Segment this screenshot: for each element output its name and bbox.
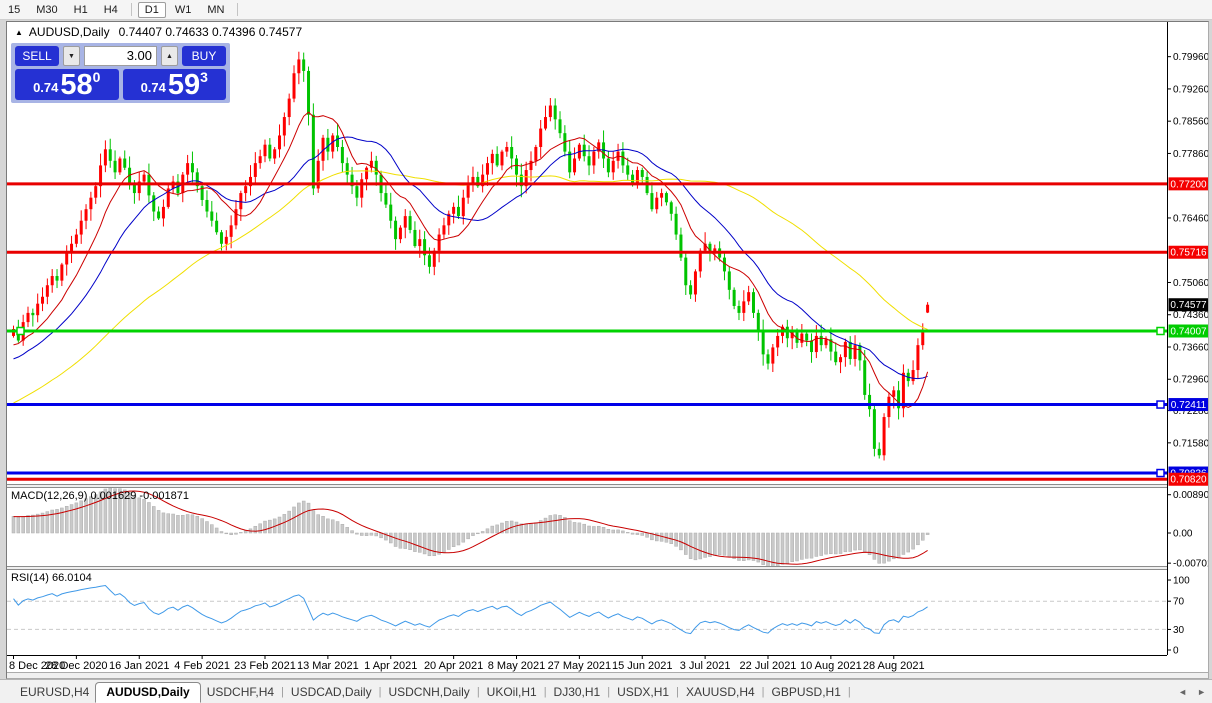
svg-text:0.72960: 0.72960 [1173,375,1208,386]
svg-text:0.75716: 0.75716 [1170,248,1207,259]
timeframe-m30[interactable]: M30 [29,2,64,18]
candles-layer [12,52,929,461]
svg-text:0.79960: 0.79960 [1173,52,1208,63]
mt4-application: 15M30H1H4D1W1MN 0.799600.792600.785600.7… [0,0,1212,703]
svg-text:13 Mar 2021: 13 Mar 2021 [297,660,359,672]
svg-text:0.74577: 0.74577 [1170,300,1207,311]
svg-text:-0.007013: -0.007013 [1173,559,1208,570]
volume-input[interactable]: 3.00 [84,46,157,66]
date-axis: 8 Dec 202028 Dec 202016 Jan 20214 Feb 20… [9,655,925,672]
svg-text:20 Apr 2021: 20 Apr 2021 [424,660,483,672]
tab-scroll-right-icon[interactable]: ► [1197,687,1206,697]
one-click-trading-panel: SELL ▼ 3.00 ▲ BUY 0.74 58 0 0.74 59 3 [11,43,230,103]
svg-text:22 Jul 2021: 22 Jul 2021 [740,660,797,672]
svg-text:15 Jun 2021: 15 Jun 2021 [612,660,673,672]
level-drag-handle[interactable] [1157,328,1164,335]
svg-text:0.008904: 0.008904 [1173,490,1208,501]
tab-ukoil-h1[interactable]: UKOil,H1 [481,682,543,703]
svg-text:0.73660: 0.73660 [1173,342,1208,353]
chart-title-row: ▲ AUDUSD,Daily 0.74407 0.74633 0.74396 0… [15,25,302,39]
svg-text:100: 100 [1173,576,1190,587]
sell-price-panel[interactable]: 0.74 58 0 [15,69,119,100]
buy-price-panel[interactable]: 0.74 59 3 [123,69,227,100]
macd-indicator-label: MACD(12,26,9) 0.001629 -0.001871 [11,490,189,502]
svg-text:8 May 2021: 8 May 2021 [488,660,545,672]
svg-text:28 Aug 2021: 28 Aug 2021 [863,660,925,672]
tab-usdcnh-daily[interactable]: USDCNH,Daily [382,682,475,703]
svg-text:16 Jan 2021: 16 Jan 2021 [109,660,170,672]
svg-text:0: 0 [1173,646,1179,657]
chart-symbol: AUDUSD,Daily [29,25,110,39]
chart-tabs-bar: EURUSD,H4AUDUSD,DailyUSDCHF,H4 | USDCAD,Da… [0,679,1212,703]
level-drag-handle[interactable] [1157,401,1164,408]
svg-text:0.72411: 0.72411 [1171,400,1207,411]
tab-usdx-h1[interactable]: USDX,H1 [611,682,675,703]
tab-gbpusd-h1[interactable]: GBPUSD,H1 [766,682,847,703]
rsi-pane[interactable] [7,586,1167,634]
level-drag-handle[interactable] [1157,470,1164,477]
tab-nav: ◄ ► [1178,687,1206,697]
timeframe-w1[interactable]: W1 [168,2,199,18]
tab-eurusd-h4[interactable]: EURUSD,H4 [14,682,95,703]
tab-xauusd-h4[interactable]: XAUUSD,H4 [680,682,761,703]
svg-text:0.78560: 0.78560 [1173,117,1208,128]
svg-text:23 Feb 2021: 23 Feb 2021 [234,660,296,672]
chart-canvas[interactable]: 0.79960 0.79260 0.78560 0.77860 0.76460 0.750… [7,22,1208,678]
svg-text:0.74360: 0.74360 [1173,310,1208,321]
svg-text:0.70820: 0.70820 [1170,475,1207,486]
toolbar-separator [131,3,132,16]
sell-button[interactable]: SELL [15,46,59,66]
sell-price-sup: 0 [93,69,101,85]
tab-usdcad-daily[interactable]: USDCAD,Daily [285,682,378,703]
ma-line [14,137,928,379]
svg-text:0.76460: 0.76460 [1173,213,1208,224]
svg-text:1 Apr 2021: 1 Apr 2021 [364,660,417,672]
level-lines-layer[interactable] [7,184,1167,479]
svg-text:0.74007: 0.74007 [1170,327,1207,338]
timeframe-toolbar: 15M30H1H4 D1W1MN [0,0,1212,20]
buy-button[interactable]: BUY [182,46,226,66]
toolbar-separator [237,3,238,16]
chart-ohlc-quotes: 0.74407 0.74633 0.74396 0.74577 [119,25,303,39]
volume-increase-button[interactable]: ▲ [161,46,178,66]
volume-decrease-button[interactable]: ▼ [63,46,80,66]
timeframe-15[interactable]: 15 [1,2,27,18]
svg-text:0.79260: 0.79260 [1173,84,1208,95]
tab-separator: | [847,682,852,703]
svg-text:30: 30 [1173,625,1185,636]
tab-usdchf-h4[interactable]: USDCHF,H4 [201,682,280,703]
svg-text:0.75060: 0.75060 [1173,278,1208,289]
svg-text:0.71580: 0.71580 [1173,438,1208,449]
tab-scroll-left-icon[interactable]: ◄ [1178,687,1187,697]
svg-text:28 Dec 2020: 28 Dec 2020 [45,660,107,672]
svg-text:0.77200: 0.77200 [1170,179,1207,190]
sell-price-big: 58 [60,71,92,99]
timeframe-h1[interactable]: H1 [67,2,95,18]
rsi-indicator-label: RSI(14) 66.0104 [11,572,92,584]
svg-text:4 Feb 2021: 4 Feb 2021 [174,660,230,672]
timeframe-d1[interactable]: D1 [138,2,166,18]
buy-price-prefix: 0.74 [141,80,166,95]
timeframe-h4[interactable]: H4 [97,2,125,18]
level-drag-handle[interactable] [17,328,24,335]
tab-audusd-daily[interactable]: AUDUSD,Daily [95,682,200,703]
chart-window: 0.79960 0.79260 0.78560 0.77860 0.76460 0.750… [6,21,1209,679]
buy-price-big: 59 [168,71,200,99]
buy-price-sup: 3 [200,69,208,85]
timeframe-mn[interactable]: MN [200,2,231,18]
sell-price-prefix: 0.74 [33,80,58,95]
trade-controls-row: SELL ▼ 3.00 ▲ BUY [15,46,226,66]
svg-text:3 Jul 2021: 3 Jul 2021 [680,660,731,672]
ma-line [14,171,928,403]
trade-price-row: 0.74 58 0 0.74 59 3 [15,69,226,100]
collapse-triangle-icon[interactable]: ▲ [15,28,23,37]
ma-line [14,112,928,407]
tab-dj30-h1[interactable]: DJ30,H1 [548,682,607,703]
svg-text:70: 70 [1173,597,1185,608]
svg-text:10 Aug 2021: 10 Aug 2021 [800,660,862,672]
svg-text:27 May 2021: 27 May 2021 [548,660,612,672]
svg-text:0.00: 0.00 [1173,529,1193,540]
svg-text:0.77860: 0.77860 [1173,149,1208,160]
